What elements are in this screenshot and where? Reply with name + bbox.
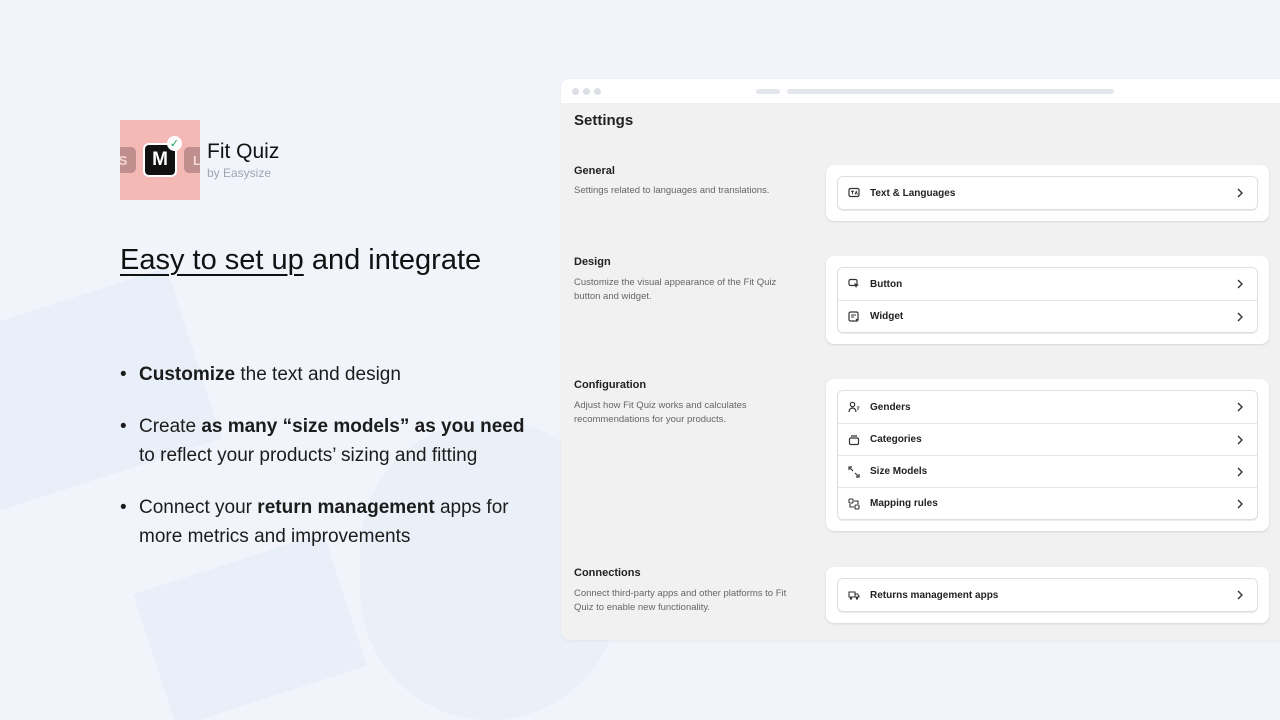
box-icon — [848, 434, 860, 446]
window-dot — [594, 88, 601, 95]
chevron-right-icon — [1235, 278, 1245, 290]
settings-item-label: Mapping rules — [870, 498, 938, 509]
chevron-right-icon — [1235, 401, 1245, 413]
chevron-right-icon — [1235, 187, 1245, 199]
chevron-right-icon — [1235, 466, 1245, 478]
chevron-right-icon — [1235, 434, 1245, 446]
section-title-configuration: Configuration — [574, 379, 647, 391]
headline: Easy to set up and integrate — [120, 244, 481, 277]
settings-item-label: Button — [870, 278, 903, 290]
settings-item-mapping-rules[interactable]: Mapping rules — [838, 487, 1257, 519]
headline-rest: and integrate — [303, 244, 482, 276]
feature-bullet: Connect your return management apps for … — [120, 493, 540, 551]
logo-letter-l: L — [184, 147, 200, 173]
person-icon — [848, 401, 860, 413]
background-shape — [133, 532, 367, 720]
section-title-connections: Connections — [574, 567, 641, 579]
section-description-design: Customize the visual appearance of the F… — [574, 277, 777, 302]
section-description-configuration: Adjust how Fit Quiz works and calculates… — [574, 400, 747, 425]
settings-window: Settings General Settings related to lan… — [561, 79, 1280, 640]
section-title-general: General — [574, 165, 615, 177]
app-logo: S M ✓ L — [120, 120, 200, 200]
feature-bullet: Customize the text and design — [120, 360, 540, 389]
chevron-right-icon — [1235, 311, 1245, 323]
chevron-right-icon — [1235, 498, 1245, 510]
truck-icon — [848, 589, 860, 601]
mapping-icon — [848, 497, 860, 510]
section-description-general: Settings related to languages and transl… — [574, 185, 770, 196]
window-chrome — [561, 79, 1280, 103]
settings-list: Text & Languages — [837, 176, 1258, 210]
settings-item-size-models[interactable]: Size Models — [838, 455, 1257, 487]
settings-item-label: Text & Languages — [870, 187, 956, 199]
chevron-right-icon — [1235, 589, 1245, 601]
section-description-connections: Connect third-party apps and other platf… — [574, 588, 787, 613]
window-dot — [572, 88, 579, 95]
settings-item-label: Categories — [870, 434, 922, 445]
settings-item-button[interactable]: Button — [838, 268, 1257, 300]
checkmark-icon: ✓ — [167, 136, 182, 151]
translate-icon — [848, 187, 860, 199]
window-dot — [583, 88, 590, 95]
settings-list: Returns management apps — [837, 578, 1258, 612]
settings-card-configuration: Genders Categories Size Models Mapping r… — [826, 379, 1269, 531]
feature-bullet: Create as many “size models” as you need… — [120, 412, 540, 470]
headline-underlined: Easy to set up — [120, 244, 304, 276]
settings-item-label: Size Models — [870, 466, 928, 477]
page-title: Settings — [574, 112, 634, 129]
settings-item-text-languages[interactable]: Text & Languages — [838, 177, 1257, 209]
settings-card-design: Button Widget — [826, 256, 1269, 344]
settings-item-widget[interactable]: Widget — [838, 300, 1257, 332]
address-bar-placeholder — [787, 89, 1114, 94]
resize-icon — [848, 465, 860, 478]
settings-item-label: Widget — [870, 311, 904, 322]
settings-list: Button Widget — [837, 267, 1258, 333]
widget-icon — [848, 310, 860, 323]
section-title-design: Design — [574, 256, 611, 268]
logo-letter-s: S — [120, 147, 136, 173]
cursor-icon — [848, 278, 860, 290]
settings-item-genders[interactable]: Genders — [838, 391, 1257, 423]
settings-item-returns-management[interactable]: Returns management apps — [838, 579, 1257, 611]
settings-card-general: Text & Languages — [826, 165, 1269, 221]
settings-item-categories[interactable]: Categories — [838, 423, 1257, 455]
settings-card-connections: Returns management apps — [826, 567, 1269, 623]
settings-item-label: Genders — [870, 401, 911, 413]
settings-list: Genders Categories Size Models Mapping r… — [837, 390, 1258, 520]
app-name: Fit Quiz — [207, 140, 280, 163]
feature-list: Customize the text and design Create as … — [120, 360, 540, 551]
address-bar-placeholder — [756, 89, 780, 94]
app-vendor: by Easysize — [207, 166, 272, 180]
settings-item-label: Returns management apps — [870, 589, 999, 601]
